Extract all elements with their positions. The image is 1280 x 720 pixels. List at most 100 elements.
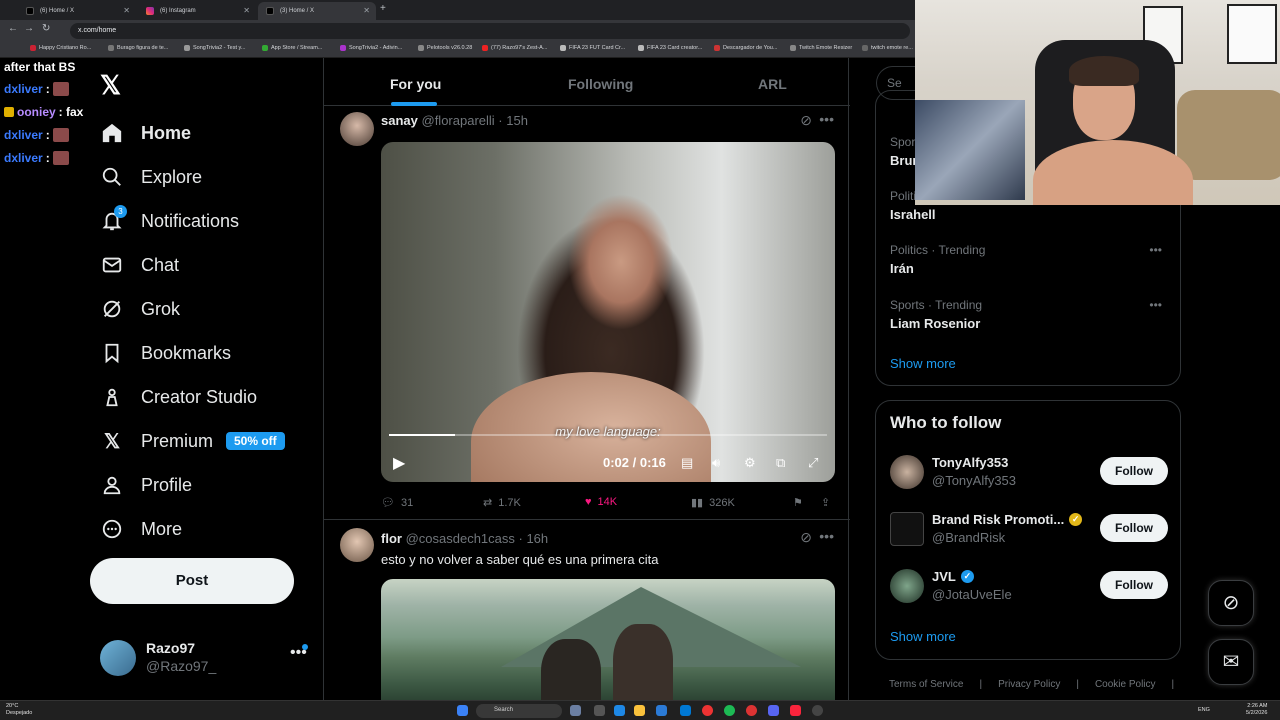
close-icon[interactable]: ✕ bbox=[363, 6, 370, 15]
mail-app-icon[interactable] bbox=[680, 705, 691, 716]
messages-float-button[interactable]: ✉ bbox=[1208, 639, 1254, 685]
trend-item[interactable]: Sports · Trending Liam Rosenior ••• bbox=[890, 298, 1170, 331]
bookmark[interactable]: Burago figura de te... bbox=[108, 45, 168, 51]
nav-grok[interactable]: Grok bbox=[100, 293, 180, 325]
new-tab-icon[interactable]: + bbox=[380, 3, 386, 14]
avatar[interactable] bbox=[340, 112, 374, 146]
like-button[interactable]: ♥ 14K bbox=[585, 496, 617, 508]
tweet-author-handle[interactable]: @cosasdech1cass bbox=[406, 531, 515, 546]
privacy-link[interactable]: Privacy Policy bbox=[998, 679, 1060, 690]
tab-following[interactable]: Following bbox=[568, 76, 633, 92]
browser-tab-active[interactable]: (3) Home / X ✕ bbox=[258, 2, 376, 20]
taskbar-app-icon[interactable] bbox=[594, 705, 605, 716]
obs-icon[interactable] bbox=[812, 705, 823, 716]
bookmark[interactable]: twitch emote re... bbox=[862, 45, 913, 51]
close-icon[interactable]: ✕ bbox=[123, 6, 130, 15]
settings-gear-icon[interactable]: ⚙ bbox=[744, 455, 756, 471]
tweet-time[interactable]: · 15h bbox=[498, 113, 528, 128]
follow-suggestion[interactable]: TonyAlfy353 @TonyAlfy353 Follow bbox=[890, 453, 1170, 493]
follow-button[interactable]: Follow bbox=[1100, 571, 1168, 599]
windows-start-icon[interactable] bbox=[457, 705, 468, 716]
nav-creator-studio[interactable]: Creator Studio bbox=[100, 381, 257, 413]
repost-button[interactable]: ⇄ 1.7K bbox=[483, 496, 521, 510]
tweet-author-name[interactable]: sanay bbox=[381, 113, 418, 128]
grok-float-button[interactable]: ⊘ bbox=[1208, 580, 1254, 626]
share-button[interactable]: ⇪ bbox=[821, 496, 830, 509]
cookie-link[interactable]: Cookie Policy bbox=[1095, 679, 1156, 690]
back-icon[interactable]: ← bbox=[8, 23, 18, 34]
bookmark[interactable]: (77) Razo97's Zest-A... bbox=[482, 45, 547, 51]
tweet-time[interactable]: · 16h bbox=[519, 531, 549, 546]
nav-home[interactable]: Home bbox=[100, 117, 191, 149]
avatar[interactable] bbox=[890, 512, 924, 546]
more-dots-icon[interactable]: ••• bbox=[1149, 298, 1162, 312]
edge-icon[interactable] bbox=[614, 705, 625, 716]
nav-premium[interactable]: 𝕏 Premium bbox=[100, 425, 213, 457]
follow-button[interactable]: Follow bbox=[1100, 514, 1168, 542]
show-more-link[interactable]: Show more bbox=[890, 356, 956, 371]
close-icon[interactable]: ✕ bbox=[243, 6, 250, 15]
play-icon[interactable]: ▶ bbox=[393, 453, 405, 473]
bookmark[interactable]: Happy Cristiano Ro... bbox=[30, 45, 91, 51]
tweet-author-handle[interactable]: @floraparelli bbox=[422, 113, 495, 128]
weather-widget[interactable]: 20°C Despejado bbox=[6, 703, 32, 717]
grok-icon[interactable]: ⊘ bbox=[800, 529, 812, 546]
avatar[interactable] bbox=[890, 569, 924, 603]
bookmark[interactable]: App Store / Stream... bbox=[262, 45, 322, 51]
follow-suggestion[interactable]: Brand Risk Promoti... ✓ @BrandRisk Follow bbox=[890, 510, 1170, 550]
more-dots-icon[interactable]: ••• bbox=[819, 528, 834, 544]
reload-icon[interactable]: ↻ bbox=[42, 23, 50, 34]
x-logo-icon[interactable]: 𝕏 bbox=[100, 72, 126, 98]
video-player[interactable]: my love language: ▶ 0:02 / 0:16 ▤ 🔊︎ ⚙ ⧉… bbox=[381, 142, 835, 482]
bookmark[interactable]: Twitch Emote Resizer bbox=[790, 45, 852, 51]
bookmark[interactable]: FIFA 23 FUT Card Cr... bbox=[560, 45, 625, 51]
follow-name[interactable]: Brand Risk Promoti... ✓ bbox=[932, 512, 1083, 527]
tweet-author-name[interactable]: flor bbox=[381, 531, 402, 546]
url-input[interactable]: x.com/home bbox=[70, 23, 910, 39]
nav-more[interactable]: More bbox=[100, 513, 182, 545]
discord-icon[interactable] bbox=[768, 705, 779, 716]
more-dots-icon[interactable]: ••• bbox=[1149, 243, 1162, 257]
chrome-profile-icon[interactable] bbox=[746, 705, 757, 716]
bookmark[interactable]: Pelotools v26.0.28 bbox=[418, 45, 472, 51]
browser-tab[interactable]: (6) Instagram ✕ bbox=[138, 2, 256, 20]
reply-button[interactable]: 💬︎ 31 bbox=[381, 496, 413, 510]
follow-name[interactable]: JVL ✓ bbox=[932, 569, 974, 584]
taskbar-search[interactable]: Search bbox=[476, 704, 562, 718]
language-indicator[interactable]: ENG bbox=[1198, 707, 1210, 713]
views-button[interactable]: ▮▮ 326K bbox=[691, 496, 735, 510]
grok-icon[interactable]: ⊘ bbox=[800, 112, 812, 129]
more-dots-icon[interactable]: ••• bbox=[819, 111, 834, 127]
avatar[interactable] bbox=[890, 455, 924, 489]
trend-item[interactable]: Politics · Trending Irán ••• bbox=[890, 243, 1170, 276]
fullscreen-icon[interactable]: ⤢ bbox=[808, 455, 818, 471]
task-view-icon[interactable] bbox=[570, 705, 581, 716]
picture-in-picture-icon[interactable]: ⧉ bbox=[776, 455, 785, 471]
bookmark[interactable]: FIFA 23 Card creator... bbox=[638, 45, 702, 51]
taskbar-clock[interactable]: 2:26 AM 5/2/2026 bbox=[1246, 703, 1267, 717]
captions-icon[interactable]: ▤ bbox=[681, 455, 693, 471]
nav-bookmarks[interactable]: Bookmarks bbox=[100, 337, 231, 369]
bookmark-button[interactable]: ⚑ bbox=[793, 496, 803, 509]
bookmark[interactable]: SongTrivia2 - Adivin... bbox=[340, 45, 402, 51]
chrome-icon[interactable] bbox=[702, 705, 713, 716]
video-progress-bar[interactable] bbox=[389, 434, 827, 436]
forward-icon[interactable]: → bbox=[24, 23, 34, 34]
post-button[interactable]: Post bbox=[90, 558, 294, 604]
follow-suggestion[interactable]: JVL ✓ @JotaUveEle Follow bbox=[890, 567, 1170, 607]
terms-link[interactable]: Terms of Service bbox=[889, 679, 963, 690]
nav-profile[interactable]: Profile bbox=[100, 469, 192, 501]
tab-arl[interactable]: ARL bbox=[758, 76, 787, 92]
folder-icon[interactable] bbox=[634, 705, 645, 716]
avatar[interactable] bbox=[340, 528, 374, 562]
bookmark[interactable]: SongTrivia2 - Test y... bbox=[184, 45, 245, 51]
tweet-media-image[interactable] bbox=[381, 579, 835, 709]
bookmark[interactable]: Descargador de You... bbox=[714, 45, 777, 51]
nav-chat[interactable]: Chat bbox=[100, 249, 179, 281]
follow-name[interactable]: TonyAlfy353 bbox=[932, 455, 1008, 470]
store-icon[interactable] bbox=[656, 705, 667, 716]
spotify-icon[interactable] bbox=[724, 705, 735, 716]
follow-button[interactable]: Follow bbox=[1100, 457, 1168, 485]
nav-explore[interactable]: Explore bbox=[100, 161, 202, 193]
tab-for-you[interactable]: For you bbox=[390, 76, 441, 92]
